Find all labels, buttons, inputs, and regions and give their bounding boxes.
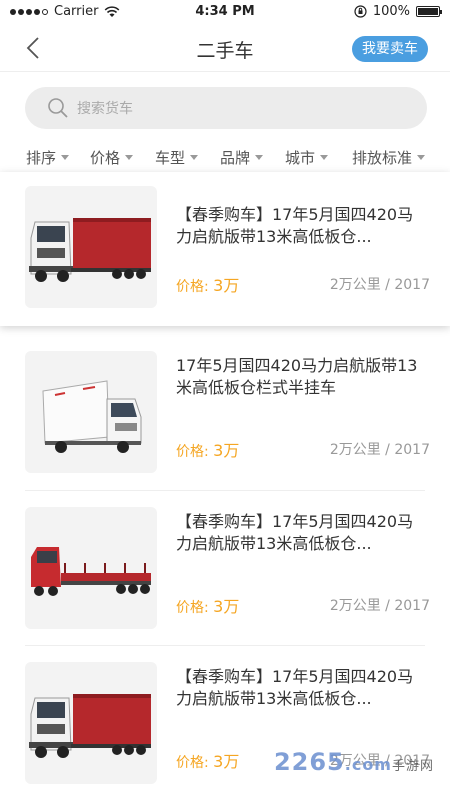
listing-price: 价格: 3万	[176, 437, 239, 461]
nav-bar: 二手车 我要卖车	[0, 24, 450, 72]
mileage: 2万公里	[329, 442, 381, 458]
year: 2017	[394, 442, 430, 458]
listing-card[interactable]: 【春季购车】17年5月国四420马力启航版带13米高低板仓... 价格: 3万 …	[0, 172, 450, 326]
listing-card[interactable]: 17年5月国四420马力启航版带13米高低板仓栏式半挂车 价格: 3万 2万公里…	[0, 337, 450, 491]
status-bar: Carrier 4:34 PM 100%	[0, 0, 450, 24]
sell-car-button[interactable]: 我要卖车	[352, 36, 428, 62]
rotation-lock-icon	[354, 5, 367, 18]
listing-title: 17年5月国四420马力启航版带13米高低板仓栏式半挂车	[176, 356, 418, 397]
truck-image	[25, 662, 157, 784]
year: 2017	[394, 277, 430, 293]
divider	[25, 645, 425, 646]
mileage: 2万公里	[329, 598, 381, 614]
watermark-domain: .com	[344, 755, 392, 774]
filter-bar: 排序 价格 车型 品牌 城市 排放标准	[0, 143, 450, 173]
price-label: 价格:	[176, 444, 209, 460]
filter-city[interactable]: 城市	[285, 147, 329, 168]
truck-image	[25, 186, 157, 308]
price-label: 价格:	[176, 755, 209, 771]
truck-image	[25, 351, 157, 473]
price-value: 3万	[213, 276, 240, 295]
divider	[25, 490, 425, 491]
listing-card[interactable]: 【春季购车】17年5月国四420马力启航版带13米高低板仓... 价格: 3万 …	[0, 493, 450, 647]
dropdown-triangle-icon	[125, 155, 134, 160]
dropdown-triangle-icon	[255, 155, 264, 160]
filter-vehicle-type[interactable]: 车型	[155, 147, 199, 168]
mileage: 2万公里	[329, 277, 381, 293]
listing-card[interactable]: 【春季购车】17年5月国四420马力启航版带13米高低板仓... 价格: 3万 …	[0, 648, 450, 800]
listing-price: 价格: 3万	[176, 272, 239, 296]
dropdown-triangle-icon	[190, 155, 199, 160]
listing-title: 【春季购车】17年5月国四420马力启航版带13米高低板仓...	[176, 667, 414, 708]
year: 2017	[394, 598, 430, 614]
filter-price[interactable]: 价格	[90, 147, 134, 168]
filter-brand[interactable]: 品牌	[220, 147, 264, 168]
search-placeholder: 搜索货车	[77, 101, 133, 117]
watermark-logo: 2265.com手游网	[274, 748, 434, 776]
truck-image	[25, 507, 157, 629]
listing-meta: 2万公里 / 2017	[329, 277, 430, 293]
listing-title: 【春季购车】17年5月国四420马力启航版带13米高低板仓...	[176, 512, 414, 553]
dropdown-triangle-icon	[320, 155, 329, 160]
dropdown-triangle-icon	[417, 155, 426, 160]
listing-price: 价格: 3万	[176, 593, 239, 617]
filter-label: 城市	[285, 149, 316, 167]
filter-emission[interactable]: 排放标准	[352, 147, 426, 168]
price-value: 3万	[213, 441, 240, 460]
search-input[interactable]: 搜索货车	[25, 87, 427, 129]
listing-meta: 2万公里 / 2017	[329, 598, 430, 614]
search-icon	[48, 98, 68, 118]
filter-label: 排序	[26, 149, 57, 167]
dropdown-triangle-icon	[61, 155, 70, 160]
price-value: 3万	[213, 752, 240, 771]
filter-sort[interactable]: 排序	[26, 147, 70, 168]
filter-label: 排放标准	[352, 149, 413, 167]
filter-label: 品牌	[220, 149, 251, 167]
battery-percent: 100%	[372, 4, 410, 19]
listing-title: 【春季购车】17年5月国四420马力启航版带13米高低板仓...	[176, 205, 414, 246]
listing-meta: 2万公里 / 2017	[329, 442, 430, 458]
battery-icon	[416, 6, 442, 17]
filter-label: 车型	[155, 149, 186, 167]
watermark-sub: 手游网	[391, 759, 434, 774]
price-label: 价格:	[176, 600, 209, 616]
price-label: 价格:	[176, 279, 209, 295]
status-right: 100%	[354, 4, 442, 19]
price-value: 3万	[213, 597, 240, 616]
watermark-brand: 2265	[273, 748, 345, 776]
listing-price: 价格: 3万	[176, 748, 239, 772]
filter-label: 价格	[90, 149, 121, 167]
